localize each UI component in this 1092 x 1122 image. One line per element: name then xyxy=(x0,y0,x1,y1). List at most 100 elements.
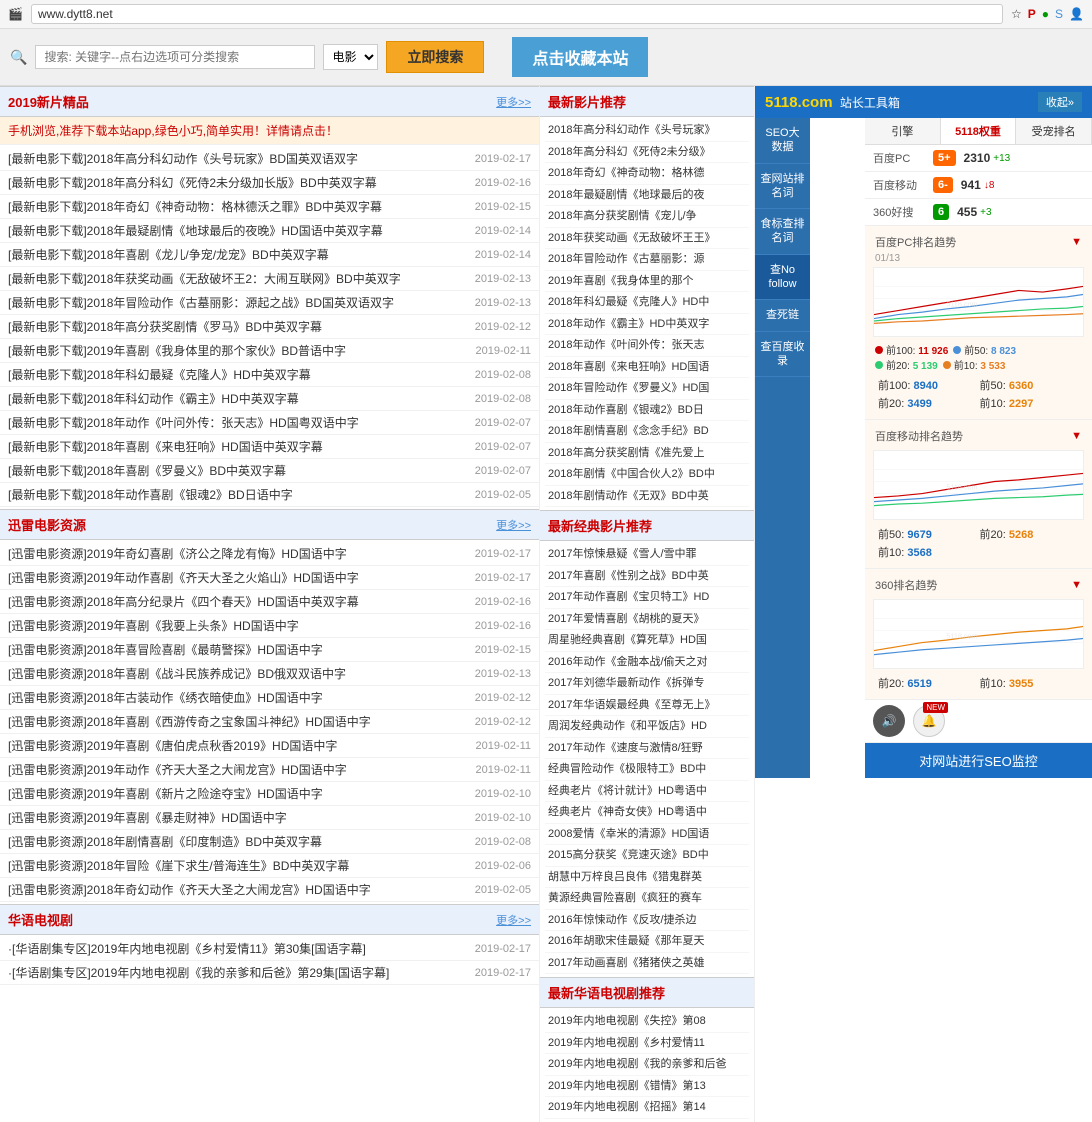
news-link[interactable]: [最新电影下载]2018年高分获奖剧情《罗马》BD中英双字幕 xyxy=(8,318,470,335)
mid-movie-link[interactable]: 2016年惊悚动作《反攻/捷杀边 xyxy=(548,912,746,929)
thunder-link[interactable]: [迅雷电影资源]2018年冒险《崖下求生/普海连生》BD中英双字幕 xyxy=(8,857,470,874)
mid-movie-link[interactable]: 2017年动作《速度与激情8/狂野 xyxy=(548,740,746,757)
mid-movie-link[interactable]: 2016年胡歌宋佳最疑《那年夏天 xyxy=(548,933,746,950)
seo-nav-no-follow[interactable]: 查No follow xyxy=(755,255,810,301)
extension-icon1[interactable]: P xyxy=(1028,7,1036,21)
mid-movie-link[interactable]: 2018年高分科幻《死侍2未分级》 xyxy=(548,144,746,161)
news-link[interactable]: [最新电影下载]2018年获奖动画《无敌破坏王2：大闹互联网》BD中英双字 xyxy=(8,270,470,287)
sound-icon-btn[interactable]: 🔊 xyxy=(873,705,905,737)
mid-movie-link[interactable]: 黄源经典冒险喜剧《疯狂的赛车 xyxy=(548,890,746,907)
mid-movie-link[interactable]: 2018年科幻最疑《克隆人》HD中 xyxy=(548,294,746,311)
thunder-link[interactable]: [迅雷电影资源]2019年喜剧《暴走财神》HD国语中字 xyxy=(8,809,470,826)
mid-movie-link[interactable]: 2018年最疑剧情《地球最后的夜 xyxy=(548,187,746,204)
thunder-link[interactable]: [迅雷电影资源]2018年高分纪录片《四个春天》HD国语中英双字幕 xyxy=(8,593,470,610)
seo-nav-target-rank[interactable]: 食标查排名词 xyxy=(755,209,810,255)
mid-movie-link[interactable]: 2019年喜剧《我身体里的那个 xyxy=(548,273,746,290)
thunder-link[interactable]: [迅雷电影资源]2018年剧情喜剧《印度制造》BD中英双字幕 xyxy=(8,833,470,850)
seo-nav-seo-bigdata[interactable]: SEO大数据 xyxy=(755,118,810,164)
mid-movie-link[interactable]: 2019年内地电视剧《招摇》第14 xyxy=(548,1099,746,1116)
mid-movie-link[interactable]: 2017年爱情喜剧《胡桃的夏天》 xyxy=(548,611,746,628)
mid-movie-link[interactable]: 经典老片《神奇女侠》HD粤语中 xyxy=(548,804,746,821)
mid-movie-link[interactable]: 2018年动作《霸主》HD中英双字 xyxy=(548,316,746,333)
mid-movie-link[interactable]: 周星驰经典喜剧《算死草》HD国 xyxy=(548,632,746,649)
mid-movie-link[interactable]: 2018年剧情喜剧《念念手纪》BD xyxy=(548,423,746,440)
mid-movie-link[interactable]: 2017年惊悚悬疑《雪人/雪中罪 xyxy=(548,546,746,563)
mid-movie-link[interactable]: 2019年内地电视剧《错情》第13 xyxy=(548,1078,746,1095)
search-button[interactable]: 立即搜索 xyxy=(386,41,484,73)
mid-movie-link[interactable]: 2016年动作《金融本战/偷天之对 xyxy=(548,654,746,671)
news-link[interactable]: [最新电影下载]2018年科幻最疑《克隆人》HD中英双字幕 xyxy=(8,366,470,383)
news-link[interactable]: [最新电影下载]2018年最疑剧情《地球最后的夜晚》HD国语中英双字幕 xyxy=(8,222,470,239)
thunder-link[interactable]: [迅雷电影资源]2019年动作喜剧《齐天大圣之火焰山》HD国语中字 xyxy=(8,569,470,586)
seo-nav-dead-links[interactable]: 查死链 xyxy=(755,300,810,331)
thunder-link[interactable]: [迅雷电影资源]2018年喜冒险喜剧《最萌警探》HD国语中字 xyxy=(8,641,470,658)
mid-movie-link[interactable]: 2018年剧情《中国合伙人2》BD中 xyxy=(548,466,746,483)
seo-nav-site-rank[interactable]: 查网站排名词 xyxy=(755,164,810,210)
news-link[interactable]: [最新电影下载]2018年动作喜剧《银魂2》BD日语中字 xyxy=(8,486,470,503)
thunder-link[interactable]: [迅雷电影资源]2018年喜剧《战斗民族养成记》BD俄双双语中字 xyxy=(8,665,470,682)
mid-movie-link[interactable]: 经典冒险动作《极限特工》BD中 xyxy=(548,761,746,778)
thunder-link[interactable]: [迅雷电影资源]2019年喜剧《新片之险途夺宝》HD国语中字 xyxy=(8,785,470,802)
mid-movie-link[interactable]: 胡慧中万梓良吕良伟《猎鬼群英 xyxy=(548,869,746,886)
search-category-select[interactable]: 电影 xyxy=(323,44,378,70)
mid-movie-link[interactable]: 2018年奇幻《神奇动物：格林德 xyxy=(548,165,746,182)
thunder-link[interactable]: [迅雷电影资源]2018年奇幻动作《齐天大圣之大闹龙宫》HD国语中字 xyxy=(8,881,470,898)
collapse-button[interactable]: 收起» xyxy=(1038,92,1082,112)
monitor-button[interactable]: 对网站进行SEO监控 xyxy=(865,743,1092,778)
mid-movie-link[interactable]: 2018年高分科幻动作《头号玩家》 xyxy=(548,122,746,139)
mid-movie-link[interactable]: 2019年内地电视剧《乡村爱情11 xyxy=(548,1035,746,1052)
mid-movie-link[interactable]: 2019年内地电视剧《我的亲爹和后爸 xyxy=(548,1056,746,1073)
tv-link[interactable]: ·[华语剧集专区]2019年内地电视剧《乡村爱情11》第30集[国语字幕] xyxy=(8,940,470,957)
news-link[interactable]: [最新电影下载]2018年高分科幻动作《头号玩家》BD国英双语双字 xyxy=(8,150,470,167)
mid-movie-link[interactable]: 2018年高分获奖剧情《宠儿/争 xyxy=(548,208,746,225)
mid-movie-link[interactable]: 2017年动作喜剧《宝贝特工》HD xyxy=(548,589,746,606)
bookmark-button[interactable]: 点击收藏本站 xyxy=(512,37,648,77)
news-link[interactable]: [最新电影下载]2019年喜剧《我身体里的那个家伙》BD普语中字 xyxy=(8,342,471,359)
new-movies-more[interactable]: 更多>> xyxy=(496,94,531,110)
mid-movie-link[interactable]: 2017年刘德华最新动作《拆弹专 xyxy=(548,675,746,692)
thunder-link[interactable]: [迅雷电影资源]2018年古装动作《绣衣暗使血》HD国语中字 xyxy=(8,689,470,706)
news-link[interactable]: [最新电影下载]2018年喜剧《罗曼义》BD中英双字幕 xyxy=(8,462,470,479)
news-link[interactable]: [最新电影下载]2018年奇幻《神奇动物：格林德沃之罪》BD中英双字幕 xyxy=(8,198,470,215)
profile-icon[interactable]: 👤 xyxy=(1069,7,1084,21)
rank-tab-popular[interactable]: 受宠排名 xyxy=(1016,118,1092,144)
mid-movie-link[interactable]: 2018年冒险动作《罗曼义》HD国 xyxy=(548,380,746,397)
star-icon[interactable]: ☆ xyxy=(1011,7,1022,21)
mid-movie-link[interactable]: 2008爱情《幸米的清源》HD国语 xyxy=(548,826,746,843)
extension-icon3[interactable]: S xyxy=(1055,7,1063,21)
news-link[interactable]: [最新电影下载]2018年动作《叶问外传：张天志》HD国粤双语中字 xyxy=(8,414,470,431)
search-input[interactable] xyxy=(35,45,315,69)
news-link[interactable]: [最新电影下载]2018年喜剧《来电狂响》HD国语中英双字幕 xyxy=(8,438,470,455)
mid-movie-link[interactable]: 周润发经典动作《和平饭店》HD xyxy=(548,718,746,735)
news-link[interactable]: [最新电影下载]2018年冒险动作《古墓丽影：源起之战》BD国英双语双字 xyxy=(8,294,470,311)
thunder-link[interactable]: [迅雷电影资源]2019年喜剧《我要上头条》HD国语中字 xyxy=(8,617,470,634)
extension-icon2[interactable]: ● xyxy=(1042,7,1049,21)
mid-movie-link[interactable]: 2018年动作《叶间外传：张天志 xyxy=(548,337,746,354)
thunder-link[interactable]: [迅雷电影资源]2018年喜剧《西游传奇之宝象国斗神纪》HD国语中字 xyxy=(8,713,470,730)
mid-movie-link[interactable]: 2018年剧情动作《无双》BD中英 xyxy=(548,488,746,505)
mid-movie-link[interactable]: 2019年内地电视剧《失控》第08 xyxy=(548,1013,746,1030)
mid-movie-link[interactable]: 经典老片《将计就计》HD粤语中 xyxy=(548,783,746,800)
news-link[interactable]: [最新电影下载]2018年科幻动作《霸主》HD中英双字幕 xyxy=(8,390,470,407)
mid-movie-link[interactable]: 2018年喜剧《来电狂响》HD国语 xyxy=(548,359,746,376)
mid-movie-link[interactable]: 2015高分获奖《竞速灭途》BD中 xyxy=(548,847,746,864)
mid-movie-link[interactable]: 2017年动画喜剧《猪猪侠之英雄 xyxy=(548,955,746,972)
news-link[interactable]: [最新电影下载]2018年高分科幻《死侍2未分级加长版》BD中英双字幕 xyxy=(8,174,470,191)
mid-movie-link[interactable]: 2018年动作喜剧《银魂2》BD日 xyxy=(548,402,746,419)
rank-tab-5118[interactable]: 5118权重 xyxy=(941,118,1017,144)
tv-link[interactable]: ·[华语剧集专区]2019年内地电视剧《我的亲爹和后爸》第29集[国语字幕] xyxy=(8,964,470,981)
news-link[interactable]: [最新电影下载]2018年喜剧《龙儿/争宠/龙宠》BD中英双字幕 xyxy=(8,246,470,263)
mid-movie-link[interactable]: 2017年华语娱最经典《至尊无上》 xyxy=(548,697,746,714)
thunder-link[interactable]: [迅雷电影资源]2019年奇幻喜剧《济公之降龙有悔》HD国语中字 xyxy=(8,545,470,562)
seo-nav-baidu-record[interactable]: 查百度收录 xyxy=(755,332,810,378)
rank-tab-engine[interactable]: 引擎 xyxy=(865,118,941,144)
mid-movie-link[interactable]: 2018年冒险动作《古墓丽影：源 xyxy=(548,251,746,268)
thunder-link[interactable]: [迅雷电影资源]2019年动作《齐天大圣之大闹龙宫》HD国语中字 xyxy=(8,761,471,778)
mid-movie-link[interactable]: 2018年获奖动画《无敌破坏王王》 xyxy=(548,230,746,247)
thunder-link[interactable]: [迅雷电影资源]2019年喜剧《唐伯虎点秋香2019》HD国语中字 xyxy=(8,737,471,754)
url-bar[interactable]: www.dytt8.net xyxy=(31,4,1003,24)
thunder-more[interactable]: 更多>> xyxy=(496,517,531,533)
mid-movie-link[interactable]: 2018年高分获奖剧情《准先爱上 xyxy=(548,445,746,462)
chinese-tv-more[interactable]: 更多>> xyxy=(496,912,531,928)
mid-movie-link[interactable]: 2017年喜剧《性别之战》BD中英 xyxy=(548,568,746,585)
